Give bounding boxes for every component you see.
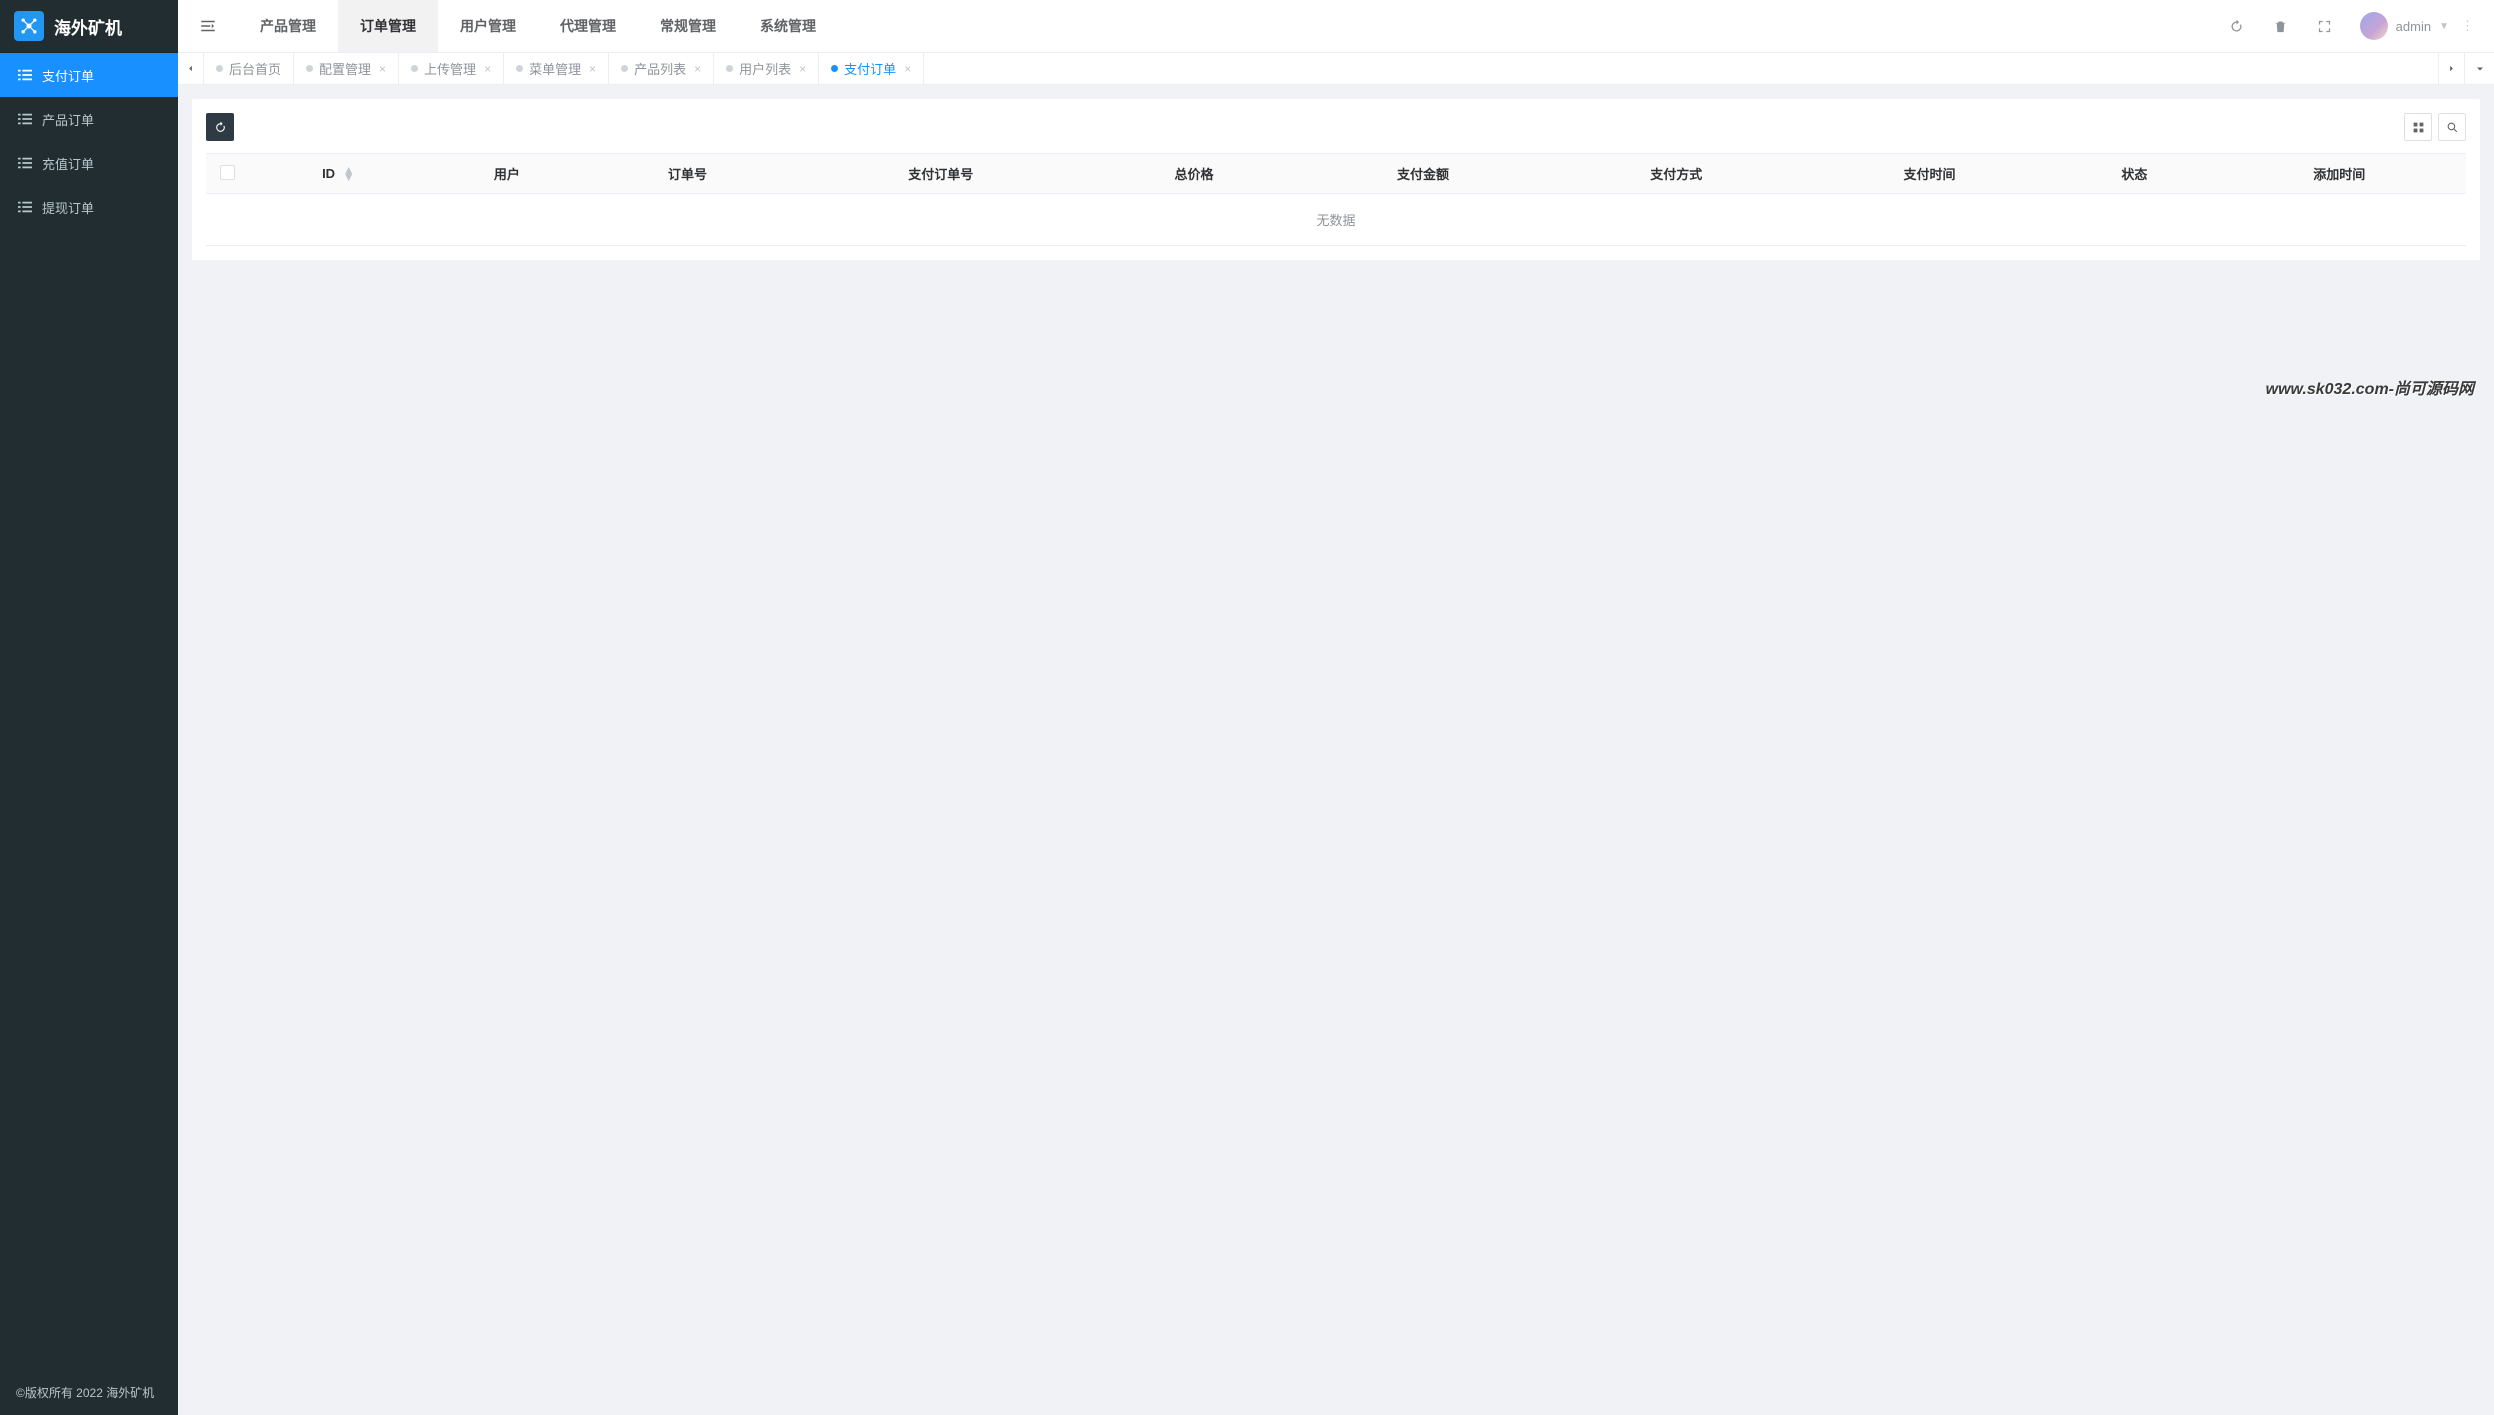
col-status: 状态 <box>2056 154 2212 194</box>
sidebar-item-product-orders[interactable]: 产品订单 <box>0 97 178 141</box>
tab-dot-icon <box>831 65 838 72</box>
tab-label: 支付订单 <box>844 59 896 78</box>
col-label: ID <box>322 166 335 181</box>
topnav-label: 订单管理 <box>360 16 416 36</box>
topnav-product-mgmt[interactable]: 产品管理 <box>238 0 338 52</box>
tab-close-icon[interactable]: × <box>694 62 701 76</box>
tab-dot-icon <box>516 65 523 72</box>
list-icon <box>18 200 32 214</box>
tabs-scroll: 后台首页 配置管理 × 上传管理 × 菜单管理 × <box>204 53 2438 84</box>
topnav-label: 用户管理 <box>460 16 516 36</box>
sidebar-item-label: 产品订单 <box>42 110 94 129</box>
topnav-user-mgmt[interactable]: 用户管理 <box>438 0 538 52</box>
trash-button[interactable] <box>2262 7 2300 45</box>
tab-dot-icon <box>306 65 313 72</box>
topnav-label: 代理管理 <box>560 16 616 36</box>
col-pay-time: 支付时间 <box>1803 154 2056 194</box>
topbar-actions: admin ▼ ⋮ <box>2218 7 2480 45</box>
watermark: www.sk032.com-尚可源码网 <box>2266 375 2474 399</box>
list-icon <box>18 112 32 126</box>
tabs-scroll-left[interactable] <box>178 53 204 84</box>
top-nav: 产品管理 订单管理 用户管理 代理管理 常规管理 系统管理 <box>238 0 838 52</box>
fullscreen-button[interactable] <box>2306 7 2344 45</box>
refresh-button[interactable] <box>2218 7 2256 45</box>
sidebar-item-withdraw-orders[interactable]: 提现订单 <box>0 185 178 229</box>
main: 产品管理 订单管理 用户管理 代理管理 常规管理 系统管理 <box>178 0 2494 1415</box>
topnav-label: 系统管理 <box>760 16 816 36</box>
tab-label: 菜单管理 <box>529 59 581 78</box>
tab-dot-icon <box>411 65 418 72</box>
tab-label: 配置管理 <box>319 59 371 78</box>
tabs-dropdown-button[interactable] <box>2464 53 2494 84</box>
side-nav: 支付订单 产品订单 充值订单 提现订单 <box>0 53 178 1370</box>
table-toolbar <box>206 113 2466 141</box>
tab-upload[interactable]: 上传管理 × <box>399 53 504 84</box>
col-checkbox <box>206 154 248 194</box>
brand-logo-icon <box>14 11 44 41</box>
tab-label: 后台首页 <box>229 59 281 78</box>
tab-users[interactable]: 用户列表 × <box>714 53 819 84</box>
sidebar: 海外矿机 支付订单 产品订单 充值订单 提现订单 ©版权所有 2022 海外矿机 <box>0 0 178 1415</box>
tab-dot-icon <box>621 65 628 72</box>
caret-down-icon: ▼ <box>2439 21 2449 32</box>
tab-dot-icon <box>216 65 223 72</box>
sidebar-item-label: 提现订单 <box>42 198 94 217</box>
col-user: 用户 <box>429 154 585 194</box>
col-order-no: 订单号 <box>585 154 790 194</box>
orders-table: ID ▲▼ 用户 订单号 支付订单号 总价格 支付金额 支付方式 支付时间 状态… <box>206 153 2466 246</box>
tab-home[interactable]: 后台首页 <box>204 53 294 84</box>
tab-label: 上传管理 <box>424 59 476 78</box>
tab-label: 用户列表 <box>739 59 791 78</box>
user-dropdown[interactable]: admin ▼ <box>2360 12 2449 40</box>
sidebar-item-recharge-orders[interactable]: 充值订单 <box>0 141 178 185</box>
col-pay-method: 支付方式 <box>1550 154 1803 194</box>
brand: 海外矿机 <box>0 0 178 53</box>
tabs-scroll-right[interactable] <box>2438 53 2464 84</box>
topbar: 产品管理 订单管理 用户管理 代理管理 常规管理 系统管理 <box>178 0 2494 53</box>
copyright: ©版权所有 2022 海外矿机 <box>0 1370 178 1415</box>
list-icon <box>18 156 32 170</box>
tab-menu[interactable]: 菜单管理 × <box>504 53 609 84</box>
tab-close-icon[interactable]: × <box>904 62 911 76</box>
topnav-label: 常规管理 <box>660 16 716 36</box>
topnav-agent-mgmt[interactable]: 代理管理 <box>538 0 638 52</box>
col-pay-order-no: 支付订单号 <box>790 154 1092 194</box>
col-total-price: 总价格 <box>1092 154 1297 194</box>
tab-config[interactable]: 配置管理 × <box>294 53 399 84</box>
empty-message: 无数据 <box>206 194 2466 246</box>
sidebar-item-label: 支付订单 <box>42 66 94 85</box>
topnav-general-mgmt[interactable]: 常规管理 <box>638 0 738 52</box>
refresh-table-button[interactable] <box>206 113 234 141</box>
content: ID ▲▼ 用户 订单号 支付订单号 总价格 支付金额 支付方式 支付时间 状态… <box>178 85 2494 1415</box>
sort-icon[interactable]: ▲▼ <box>343 167 355 181</box>
more-menu-button[interactable]: ⋮ <box>2455 18 2480 34</box>
topnav-system-mgmt[interactable]: 系统管理 <box>738 0 838 52</box>
tab-close-icon[interactable]: × <box>589 62 596 76</box>
user-name: admin <box>2396 19 2431 34</box>
col-pay-amount: 支付金额 <box>1296 154 1549 194</box>
tab-label: 产品列表 <box>634 59 686 78</box>
tab-close-icon[interactable]: × <box>799 62 806 76</box>
tabs-row: 后台首页 配置管理 × 上传管理 × 菜单管理 × <box>178 53 2494 85</box>
sidebar-item-label: 充值订单 <box>42 154 94 173</box>
topnav-label: 产品管理 <box>260 16 316 36</box>
tab-close-icon[interactable]: × <box>484 62 491 76</box>
avatar <box>2360 12 2388 40</box>
tab-products[interactable]: 产品列表 × <box>609 53 714 84</box>
select-all-checkbox[interactable] <box>220 165 235 180</box>
tab-pay-orders[interactable]: 支付订单 × <box>819 53 924 84</box>
col-created-at: 添加时间 <box>2213 154 2466 194</box>
sidebar-toggle-button[interactable] <box>178 0 238 52</box>
brand-title: 海外矿机 <box>54 14 122 39</box>
tab-dot-icon <box>726 65 733 72</box>
col-id[interactable]: ID ▲▼ <box>248 154 429 194</box>
search-button[interactable] <box>2438 113 2466 141</box>
sidebar-item-pay-orders[interactable]: 支付订单 <box>0 53 178 97</box>
panel: ID ▲▼ 用户 订单号 支付订单号 总价格 支付金额 支付方式 支付时间 状态… <box>192 99 2480 260</box>
topnav-order-mgmt[interactable]: 订单管理 <box>338 0 438 52</box>
tab-close-icon[interactable]: × <box>379 62 386 76</box>
list-icon <box>18 68 32 82</box>
columns-button[interactable] <box>2404 113 2432 141</box>
